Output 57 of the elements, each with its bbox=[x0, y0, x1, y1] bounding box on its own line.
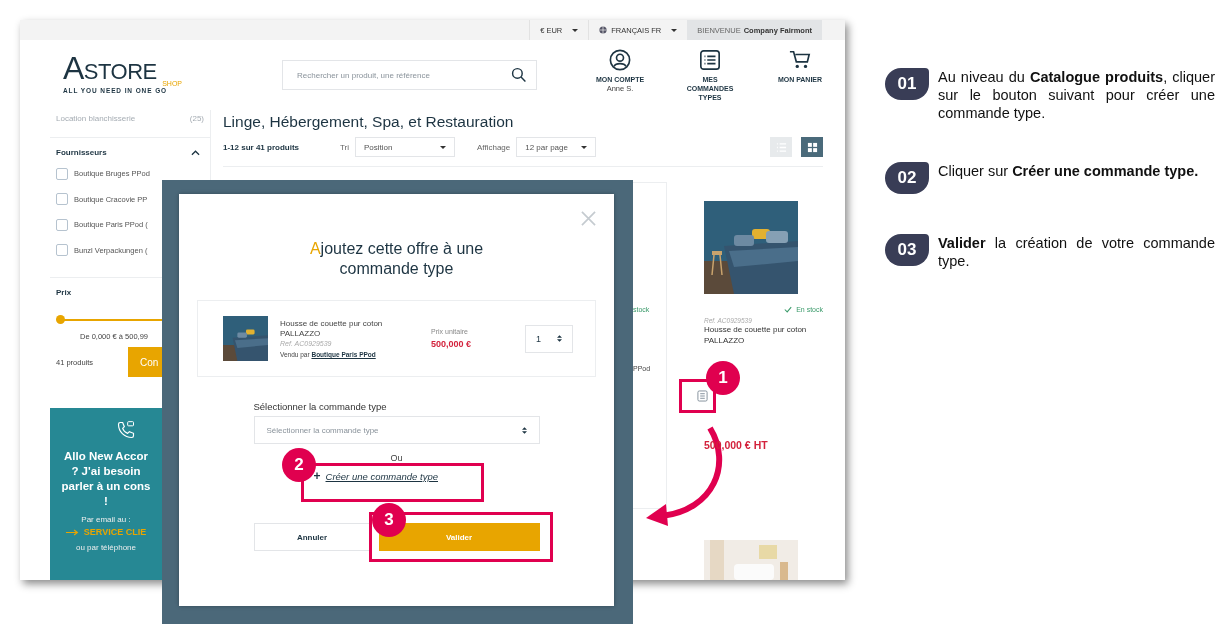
unit-price: 500,000 € bbox=[431, 339, 473, 349]
list-icon bbox=[775, 141, 787, 153]
checkbox[interactable] bbox=[56, 167, 68, 180]
checkbox[interactable] bbox=[56, 244, 68, 257]
step-badge: 03 bbox=[885, 234, 929, 266]
chevron-icon[interactable] bbox=[191, 149, 200, 156]
product-name[interactable]: Housse de couette pur coton PALLAZZO bbox=[704, 324, 814, 346]
account-icon[interactable] bbox=[609, 48, 631, 71]
grid-view-button[interactable] bbox=[801, 137, 823, 157]
category-count: (25) bbox=[189, 114, 204, 123]
contact-heading: ? J'ai besoin bbox=[71, 464, 141, 479]
arrow-icon bbox=[65, 528, 79, 536]
caret-icon bbox=[572, 28, 579, 32]
caret-icon bbox=[671, 28, 678, 32]
globe-icon bbox=[599, 26, 608, 34]
field-label: Sélectionner la commande type bbox=[253, 401, 388, 412]
logo[interactable]: ASTORE bbox=[63, 56, 157, 83]
result-count: 1-12 sur 41 produits bbox=[223, 142, 301, 152]
step-text: Valider la création de votre commande type. bbox=[938, 234, 1215, 270]
up-down-arrows-icon bbox=[521, 425, 527, 435]
plus-icon: + bbox=[313, 469, 321, 483]
up-down-arrows-icon[interactable] bbox=[557, 334, 562, 343]
step-text: Cliquer sur Créer une commande type. bbox=[938, 162, 1199, 180]
filter-title: Fournisseurs bbox=[56, 148, 107, 157]
display-label: Affichage bbox=[477, 142, 511, 152]
checkbox[interactable] bbox=[56, 218, 68, 231]
create-link[interactable]: Créer une commande type bbox=[325, 470, 438, 482]
step-text: Au niveau du Catalogue produits, cliquer sur le bouton suivant pour créer une commande type. bbox=[938, 68, 1215, 122]
modal-title: Ajoutez cette offre à une commande type bbox=[308, 239, 485, 279]
or-text: Ou bbox=[390, 453, 403, 463]
checkbox[interactable] bbox=[56, 193, 68, 206]
search-icon[interactable] bbox=[511, 67, 527, 83]
caret-icon bbox=[440, 145, 447, 149]
contact-heading: Allo New Accor bbox=[64, 449, 148, 464]
contact-heading: parler à un cons bbox=[61, 479, 151, 494]
product-name: Housse de couette pur coton PALLAZZO bbox=[280, 319, 384, 339]
contact-text: ou par téléphone bbox=[75, 543, 137, 552]
sort-label: Tri bbox=[340, 142, 350, 152]
quantity-field[interactable]: 1 bbox=[525, 324, 573, 353]
category-title: Linge, Hébergement, Spa, et Restauration bbox=[223, 113, 515, 131]
filter-title: Prix bbox=[56, 288, 73, 297]
contact-heading: ! bbox=[104, 494, 108, 509]
check-icon bbox=[784, 306, 793, 313]
display-select[interactable]: 12 par page bbox=[516, 137, 597, 157]
step-badge: 02 bbox=[885, 162, 929, 194]
list-icon[interactable] bbox=[699, 48, 721, 71]
caret-icon bbox=[581, 145, 588, 149]
close-icon[interactable] bbox=[581, 211, 596, 226]
grid-icon bbox=[806, 141, 818, 153]
slider-thumb[interactable] bbox=[56, 315, 65, 324]
cart-icon[interactable] bbox=[789, 48, 811, 71]
phone-icon bbox=[116, 420, 136, 440]
sort-select[interactable]: Position bbox=[355, 137, 456, 157]
contact-text: Par email au : bbox=[81, 515, 131, 524]
search-field[interactable]: Rechercher un produit, une référence bbox=[282, 60, 537, 90]
step-badge: 01 bbox=[885, 68, 929, 100]
cancel-button[interactable]: Annuler bbox=[253, 523, 371, 551]
